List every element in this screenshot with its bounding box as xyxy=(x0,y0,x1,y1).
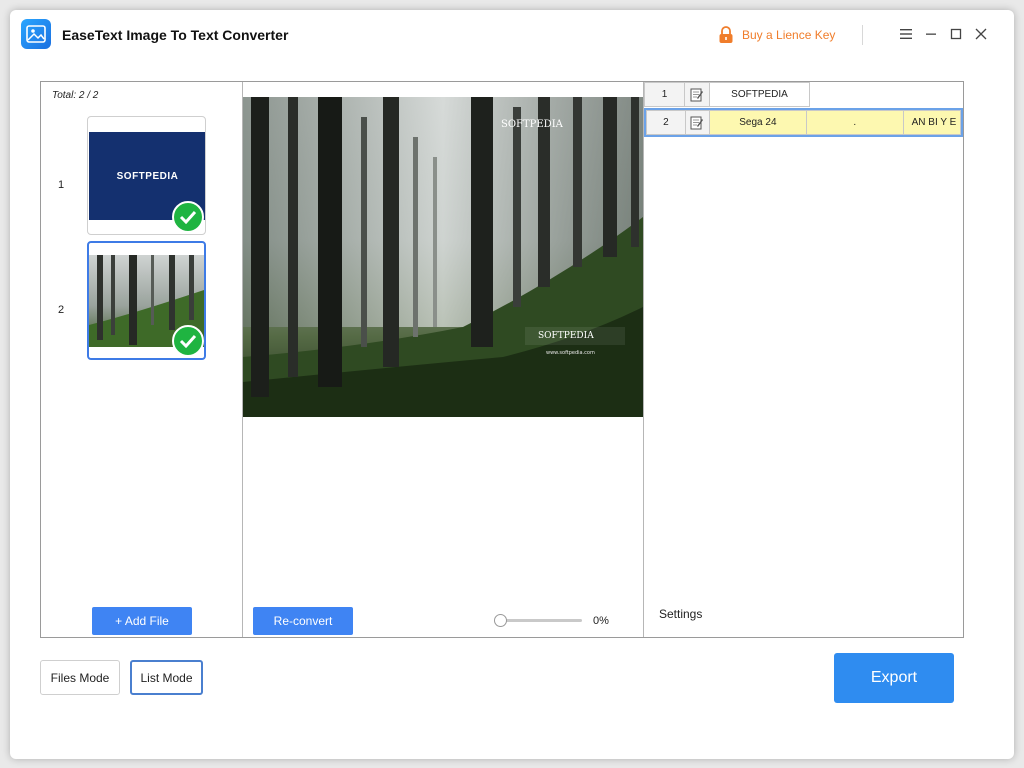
zoom-slider-track[interactable] xyxy=(500,619,582,622)
maximize-icon xyxy=(950,28,962,40)
app-logo-icon xyxy=(21,19,51,49)
edit-row-button[interactable] xyxy=(684,82,710,107)
table-cell[interactable]: SOFTPEDIA xyxy=(709,82,810,107)
maximize-button[interactable] xyxy=(945,24,967,44)
edit-row-button[interactable] xyxy=(684,110,710,135)
hamburger-menu-icon xyxy=(900,29,912,39)
export-button[interactable]: Export xyxy=(834,653,954,703)
table-cell[interactable]: . xyxy=(805,110,904,135)
image-preview: SOFTPEDIA SOFTPEDIA www.softpedia.com xyxy=(243,97,643,417)
lock-icon xyxy=(719,26,733,43)
title-separator xyxy=(862,25,863,45)
thumbnail-logo-text: SOFTPEDIA xyxy=(116,170,179,182)
table-cell[interactable]: AN BI Y E xyxy=(902,110,961,135)
zoom-value: 0% xyxy=(593,615,609,627)
watermark-text: SOFTPEDIA xyxy=(538,331,594,341)
files-mode-button[interactable]: Files Mode xyxy=(40,660,120,695)
check-icon xyxy=(172,325,204,357)
edit-icon xyxy=(690,88,703,101)
app-title: EaseText Image To Text Converter xyxy=(62,27,289,43)
watermark-url: www.softpedia.com xyxy=(546,350,595,356)
menu-button[interactable] xyxy=(895,24,917,44)
minimize-icon xyxy=(926,33,936,35)
check-icon xyxy=(172,201,204,233)
table-row[interactable]: 1 SOFTPEDIA xyxy=(644,82,810,107)
row-number: 1 xyxy=(644,82,685,107)
minimize-button[interactable] xyxy=(920,24,942,44)
watermark-text: SOFTPEDIA xyxy=(501,119,564,130)
reconvert-button[interactable]: Re-convert xyxy=(253,607,353,635)
settings-link[interactable]: Settings xyxy=(659,607,702,621)
zoom-slider-handle[interactable] xyxy=(494,614,507,627)
close-icon xyxy=(975,28,987,40)
close-button[interactable] xyxy=(970,24,992,44)
files-total: Total: 2 / 2 xyxy=(52,90,99,101)
buy-licence-link[interactable]: Buy a Lience Key xyxy=(718,25,835,45)
buy-licence-label: Buy a Lience Key xyxy=(742,28,836,42)
result-table: 1 SOFTPEDIA 2 Sega 24 . AN BI Y E xyxy=(644,82,963,602)
row-number: 2 xyxy=(646,110,686,135)
add-file-button[interactable]: + Add File xyxy=(92,607,192,635)
file-number: 2 xyxy=(58,304,65,316)
file-number: 1 xyxy=(58,179,65,191)
forest-image: SOFTPEDIA SOFTPEDIA www.softpedia.com xyxy=(243,97,643,417)
table-row[interactable]: 2 Sega 24 . AN BI Y E xyxy=(644,108,963,137)
edit-icon xyxy=(690,116,704,129)
list-mode-button[interactable]: List Mode xyxy=(130,660,203,695)
table-cell[interactable]: Sega 24 xyxy=(708,110,807,135)
